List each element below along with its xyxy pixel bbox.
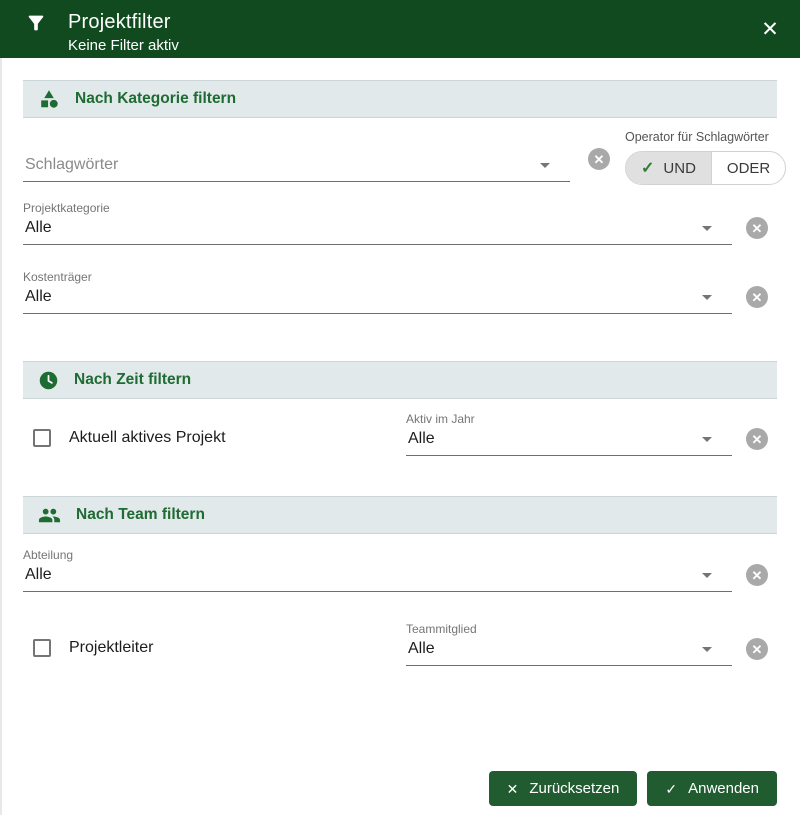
- dropdown-arrow-icon: [702, 573, 712, 578]
- dialog-left-edge: [0, 58, 2, 815]
- dropdown-arrow-icon: [702, 647, 712, 652]
- aktiv-im-jahr-value: Alle: [408, 429, 435, 449]
- projektkategorie-field: Projektkategorie Alle: [23, 201, 732, 245]
- dialog-title: Projektfilter: [68, 9, 179, 35]
- clear-kostentraeger-button[interactable]: ✕: [746, 286, 768, 308]
- section-kategorie: Nach Kategorie filtern: [23, 80, 777, 118]
- operator-option-und-label: UND: [663, 160, 696, 177]
- section-title: Nach Zeit filtern: [74, 371, 191, 389]
- abteilung-label: Abteilung: [23, 548, 732, 562]
- projektkategorie-label: Projektkategorie: [23, 201, 732, 215]
- abteilung-value: Alle: [25, 565, 52, 585]
- filter-icon: [25, 12, 47, 34]
- operator-option-oder[interactable]: ODER: [711, 152, 785, 184]
- schlagwoerter-select[interactable]: Schlagwörter: [23, 152, 570, 182]
- clear-schlagwoerter-button[interactable]: ✕: [588, 148, 610, 170]
- kostentraeger-label: Kostenträger: [23, 270, 732, 284]
- kostentraeger-select[interactable]: Alle: [23, 284, 732, 314]
- clear-aktiv-im-jahr-button[interactable]: ✕: [746, 428, 768, 450]
- reset-x-icon: ✕: [507, 782, 519, 796]
- dialog-footer: ✕ Zurücksetzen ✓ Anwenden: [0, 771, 800, 806]
- schlagwoerter-field: Schlagwörter: [23, 152, 570, 182]
- teammitglied-value: Alle: [408, 639, 435, 659]
- projektkategorie-select[interactable]: Alle: [23, 215, 732, 245]
- projektleiter-checkbox[interactable]: [33, 639, 51, 657]
- aktuell-aktives-projekt-checkbox[interactable]: [33, 429, 51, 447]
- close-icon[interactable]: ✕: [756, 15, 784, 43]
- dropdown-arrow-icon: [702, 226, 712, 231]
- operator-group: Operator für Schlagwörter ✓ UND ODER: [625, 130, 777, 185]
- section-zeit: Nach Zeit filtern: [23, 361, 777, 399]
- dropdown-arrow-icon: [702, 437, 712, 442]
- clear-teammitglied-button[interactable]: ✕: [746, 638, 768, 660]
- aktuell-aktives-projekt-label: Aktuell aktives Projekt: [69, 429, 226, 447]
- abteilung-field: Abteilung Alle: [23, 548, 732, 592]
- operator-label: Operator für Schlagwörter: [625, 130, 777, 144]
- dialog-header: Projektfilter Keine Filter aktiv ✕: [0, 0, 800, 58]
- section-team: Nach Team filtern: [23, 496, 777, 534]
- category-icon: [38, 88, 60, 110]
- people-icon: [38, 504, 61, 527]
- clear-abteilung-button[interactable]: ✕: [746, 564, 768, 586]
- clear-projektkategorie-button[interactable]: ✕: [746, 217, 768, 239]
- dropdown-arrow-icon: [702, 295, 712, 300]
- teammitglied-select[interactable]: Alle: [406, 636, 732, 666]
- operator-option-und[interactable]: ✓ UND: [626, 152, 711, 184]
- dialog-subtitle: Keine Filter aktiv: [68, 36, 179, 56]
- abteilung-select[interactable]: Alle: [23, 562, 732, 592]
- kostentraeger-field: Kostenträger Alle: [23, 270, 732, 314]
- section-title: Nach Team filtern: [76, 506, 205, 524]
- projektkategorie-value: Alle: [25, 218, 52, 238]
- reset-button-label: Zurücksetzen: [529, 780, 619, 797]
- clock-icon: [38, 370, 59, 391]
- apply-button-label: Anwenden: [688, 780, 759, 797]
- teammitglied-field: Teammitglied Alle: [406, 622, 732, 666]
- operator-option-oder-label: ODER: [727, 160, 770, 177]
- operator-toggle: ✓ UND ODER: [625, 151, 786, 185]
- section-title: Nach Kategorie filtern: [75, 90, 236, 108]
- teammitglied-label: Teammitglied: [406, 622, 732, 636]
- aktiv-im-jahr-label: Aktiv im Jahr: [406, 412, 732, 426]
- aktiv-im-jahr-select[interactable]: Alle: [406, 426, 732, 456]
- reset-button[interactable]: ✕ Zurücksetzen: [489, 771, 638, 806]
- check-icon: ✓: [641, 158, 654, 178]
- schlagwoerter-placeholder: Schlagwörter: [25, 155, 118, 175]
- projektleiter-label: Projektleiter: [69, 639, 153, 657]
- dropdown-arrow-icon: [540, 163, 550, 168]
- apply-button[interactable]: ✓ Anwenden: [647, 771, 777, 806]
- kostentraeger-value: Alle: [25, 287, 52, 307]
- aktiv-im-jahr-field: Aktiv im Jahr Alle: [406, 412, 732, 456]
- apply-check-icon: ✓: [665, 782, 677, 796]
